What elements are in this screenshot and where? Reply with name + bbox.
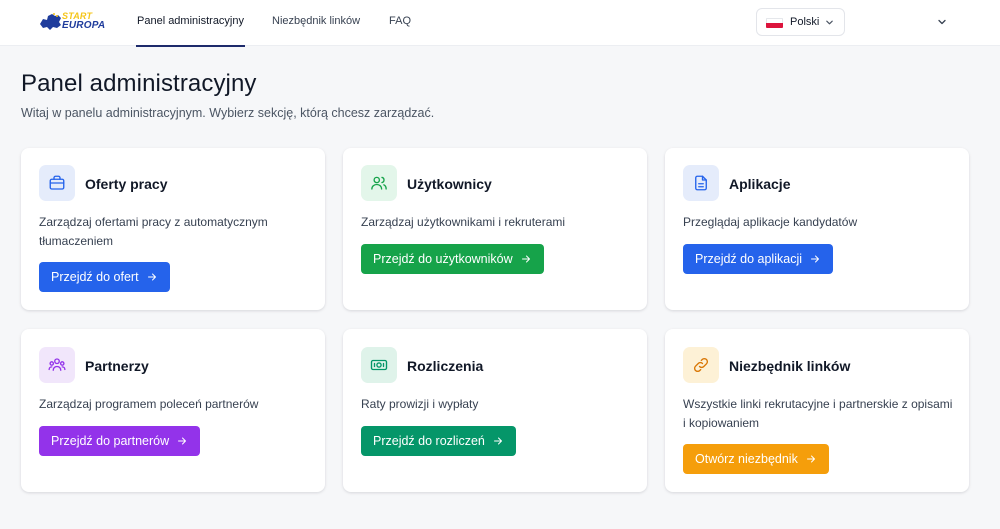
button-label: Przejdź do aplikacji	[695, 252, 802, 266]
card-description: Przeglądaj aplikacje kandydatów	[683, 215, 858, 229]
card-title: Oferty pracy	[85, 176, 168, 192]
card-description: Raty prowizji i wypłaty	[361, 397, 479, 411]
przejdz-do-partnerow-button[interactable]: Przejdź do partnerów	[39, 426, 201, 456]
poland-flag-icon	[766, 18, 783, 28]
card-uzytkownicy: Użytkownicy Zarządzaj użytkownikami i re…	[343, 148, 647, 310]
language-label: Polski	[790, 16, 820, 28]
europe-map-icon	[40, 13, 61, 30]
button-label: Przejdź do użytkowników	[373, 252, 513, 266]
page-title: Panel administracyjny	[21, 70, 257, 97]
card-description: Zarządzaj programem poleceń partnerów	[39, 397, 259, 411]
card-description: Wszystkie linki rekrutacyjne i partnersk…	[683, 397, 953, 430]
active-nav-underline	[136, 45, 245, 47]
przejdz-do-ofert-button[interactable]: Przejdź do ofert	[39, 262, 170, 292]
banknote-icon	[370, 359, 388, 371]
button-label: Przejdź do partnerów	[51, 434, 170, 448]
arrow-right-icon	[521, 255, 530, 263]
document-icon	[695, 175, 707, 191]
language-selector[interactable]: Polski	[756, 8, 845, 36]
nav-faq[interactable]: FAQ	[389, 15, 411, 27]
card-niezbednik-linkow: Niezbędnik linków Wszystkie linki rekrut…	[665, 329, 969, 492]
top-navbar: START EUROPA Panel administracyjny Niezb…	[0, 0, 1000, 47]
card-partnerzy: Partnerzy Zarządzaj programem poleceń pa…	[21, 329, 325, 492]
card-title: Niezbędnik linków	[729, 358, 851, 374]
card-title: Partnerzy	[85, 358, 149, 374]
partners-icon	[48, 358, 66, 371]
otworz-niezbednik-button[interactable]: Otwórz niezbędnik	[683, 444, 829, 474]
przejdz-do-rozliczen-button[interactable]: Przejdź do rozliczeń	[361, 426, 516, 456]
card-title: Użytkownicy	[407, 176, 492, 192]
arrow-right-icon	[147, 273, 156, 281]
card-aplikacje: Aplikacje Przeglądaj aplikacje kandydató…	[665, 148, 969, 310]
arrow-right-icon	[806, 455, 815, 463]
card-description: Zarządzaj użytkownikami i rekruterami	[361, 215, 566, 229]
card-title: Rozliczenia	[407, 358, 484, 374]
nav-niezbednik-linkow[interactable]: Niezbędnik linków	[272, 15, 360, 27]
logo-text-europa: EUROPA	[62, 20, 106, 31]
przejdz-do-uzytkownikow-button[interactable]: Przejdź do użytkowników	[361, 244, 544, 274]
chevron-down-icon	[826, 20, 833, 25]
arrow-right-icon	[493, 437, 502, 445]
card-oferty-pracy: Oferty pracy Zarządzaj ofertami pracy z …	[21, 148, 325, 310]
arrow-right-icon	[178, 437, 187, 445]
card-title: Aplikacje	[729, 176, 791, 192]
nav-panel-administracyjny[interactable]: Panel administracyjny	[137, 15, 244, 27]
card-rozliczenia: Rozliczenia Raty prowizji i wypłaty Prze…	[343, 329, 647, 492]
button-label: Przejdź do rozliczeń	[373, 434, 485, 448]
briefcase-icon	[49, 175, 65, 190]
przejdz-do-aplikacji-button[interactable]: Przejdź do aplikacji	[683, 244, 833, 274]
page-subtitle: Witaj w panelu administracyjnym. Wybierz…	[21, 106, 435, 120]
user-menu-chevron-down-icon[interactable]	[937, 17, 947, 27]
button-label: Otwórz niezbędnik	[695, 452, 798, 466]
link-icon	[693, 357, 709, 373]
start-europa-logo[interactable]: START EUROPA	[38, 10, 106, 34]
button-label: Przejdź do ofert	[51, 270, 139, 284]
card-description: Zarządzaj ofertami pracy z automatycznym…	[39, 215, 268, 248]
users-icon	[371, 176, 387, 190]
arrow-right-icon	[811, 255, 819, 263]
